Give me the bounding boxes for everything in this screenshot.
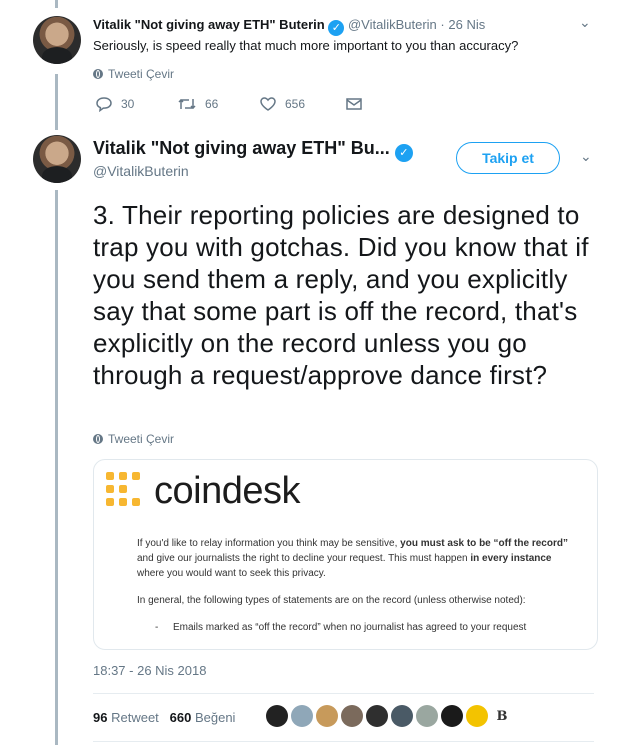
reply-button[interactable]: 30 (95, 96, 177, 112)
tweet-text: Seriously, is speed really that much mor… (93, 38, 519, 53)
retweet-button[interactable]: 66 (177, 96, 259, 112)
coindesk-logo-icon (106, 472, 140, 506)
author-handle[interactable]: @VitalikButerin (348, 17, 437, 32)
likes-stat[interactable]: 660 Beğeni (170, 710, 236, 725)
verified-icon: ✓ (328, 20, 345, 36)
retweets-stat[interactable]: 96 Retweet (93, 710, 159, 725)
engagement-stats: 96 Retweet 660 Beğeni (93, 710, 235, 725)
like-button[interactable]: 656 (259, 96, 345, 112)
media-paragraph-1: If you'd like to relay information you t… (137, 536, 577, 581)
globe-icon (93, 69, 103, 79)
media-list-item: - Emails marked as “off the record” when … (137, 620, 577, 635)
liker-avatar[interactable] (266, 705, 288, 727)
thread-line-bottom (55, 190, 58, 745)
thread-line-middle (55, 74, 58, 130)
avatar[interactable] (33, 135, 81, 183)
text-run: If you'd like to relay information you t… (137, 538, 401, 549)
reply-count: 30 (121, 97, 135, 111)
retweets-count: 96 (93, 710, 108, 725)
coindesk-brand: coindesk (154, 470, 300, 512)
liker-avatar[interactable]: B (491, 705, 513, 727)
translate-label: Tweeti Çevir (108, 432, 175, 446)
liker-avatar[interactable] (291, 705, 313, 727)
verified-icon: ✓ (394, 144, 413, 162)
chevron-down-icon[interactable]: ⌄ (579, 14, 591, 31)
text-run-bold: in every instance (470, 553, 552, 564)
likes-label: Beğeni (194, 710, 236, 725)
divider (93, 741, 594, 742)
text-run-bold: you must ask to be “off the record” (400, 538, 568, 549)
envelope-icon (346, 98, 362, 110)
thread-line-top (55, 0, 58, 8)
liker-avatar[interactable] (316, 705, 338, 727)
heart-icon (260, 97, 276, 111)
retweet-count: 66 (205, 97, 219, 111)
message-button[interactable] (345, 97, 363, 111)
retweets-label: Retweet (111, 710, 159, 725)
liker-avatar[interactable] (466, 705, 488, 727)
likes-count: 660 (169, 710, 192, 725)
like-count: 656 (285, 97, 306, 111)
reply-icon (96, 97, 112, 112)
follow-button[interactable]: Takip et (456, 142, 560, 174)
liker-avatar[interactable] (366, 705, 388, 727)
separator: · (440, 17, 445, 32)
tweet-text: 3. Their reporting policies are designed… (93, 200, 589, 390)
translate-link[interactable]: Tweeti Çevir (93, 432, 174, 446)
translate-link[interactable]: Tweeti Çevir (93, 67, 174, 81)
author-name[interactable]: Vitalik "Not giving away ETH" Bu... (93, 138, 390, 158)
list-item-text: Emails marked as “off the record” when n… (173, 622, 527, 633)
tweet-time[interactable]: 26 Nis (448, 17, 485, 32)
author-handle[interactable]: @VitalikButerin (93, 163, 189, 179)
media-paragraph-2: In general, the following types of state… (137, 595, 526, 606)
globe-icon (93, 434, 103, 444)
avatar[interactable] (33, 16, 81, 64)
bullet: - (155, 622, 159, 633)
author-name[interactable]: Vitalik "Not giving away ETH" Buterin (93, 17, 325, 32)
tweet-timestamp[interactable]: 18:37 - 26 Nis 2018 (93, 663, 206, 678)
liker-avatar[interactable] (441, 705, 463, 727)
likers-avatars: B (266, 705, 513, 727)
divider (93, 693, 594, 694)
chevron-down-icon[interactable]: ⌄ (580, 148, 592, 165)
translate-label: Tweeti Çevir (108, 67, 175, 81)
text-run: where you would want to seek this privac… (137, 568, 326, 579)
retweet-icon (178, 98, 196, 110)
media-image[interactable]: coindesk If you'd like to relay informat… (93, 459, 598, 650)
liker-avatar[interactable] (416, 705, 438, 727)
action-bar: 30 66 656 (95, 96, 363, 112)
liker-avatar[interactable] (391, 705, 413, 727)
liker-avatar[interactable] (341, 705, 363, 727)
media-body: If you'd like to relay information you t… (137, 536, 577, 635)
text-run: and give our journalists the right to de… (137, 553, 471, 564)
